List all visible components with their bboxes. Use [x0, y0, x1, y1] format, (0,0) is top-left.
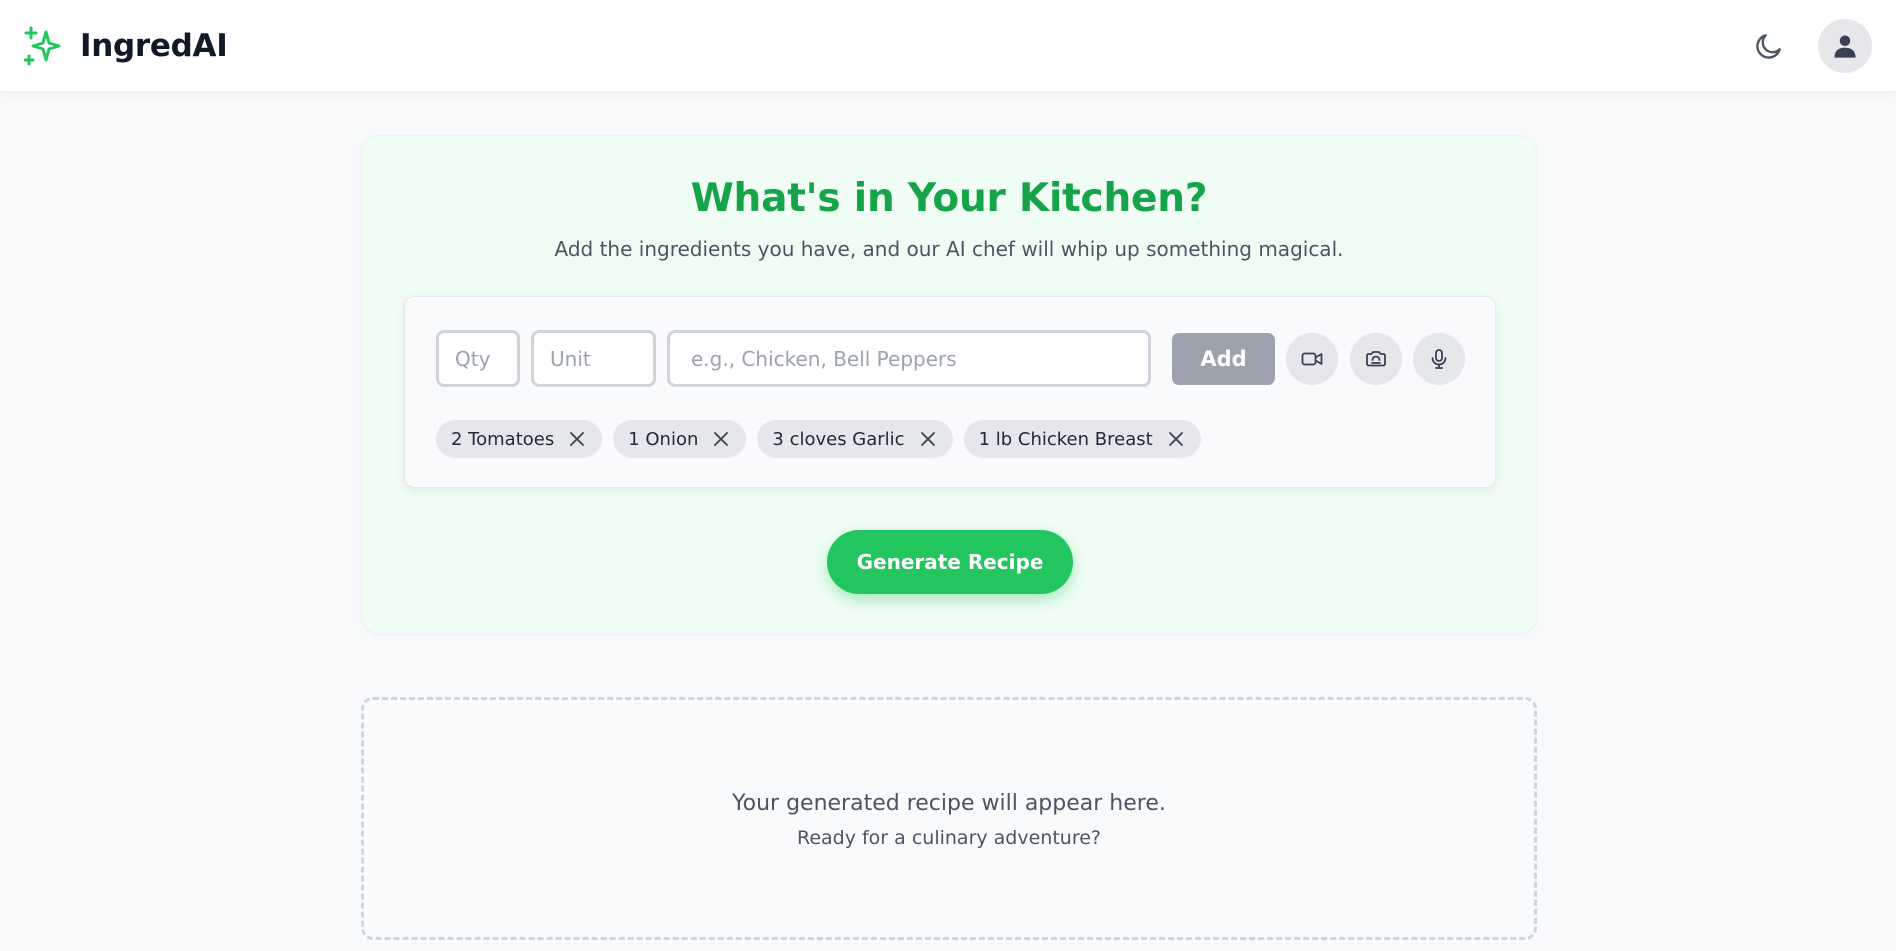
- remove-ingredient-button[interactable]: [712, 430, 730, 448]
- camera-input-button[interactable]: [1350, 333, 1402, 385]
- voice-input-button[interactable]: [1413, 333, 1465, 385]
- recipe-result-placeholder: Your generated recipe will appear here. …: [361, 697, 1537, 940]
- video-icon: [1301, 352, 1323, 366]
- result-placeholder-subtext: Ready for a culinary adventure?: [796, 827, 1102, 849]
- qty-input[interactable]: [436, 330, 520, 387]
- ingredient-chip-label: 1 Onion: [628, 428, 699, 450]
- page-subtitle: Add the ingredients you have, and our AI…: [554, 237, 1344, 261]
- ingredient-chip-label: 3 cloves Garlic: [772, 428, 905, 450]
- close-icon: [920, 432, 935, 446]
- moon-icon: [1756, 33, 1781, 59]
- sparkles-icon: [24, 26, 61, 65]
- remove-ingredient-button[interactable]: [1167, 430, 1185, 448]
- app-name: IngredAI: [80, 27, 228, 64]
- generate-recipe-button[interactable]: Generate Recipe: [827, 530, 1073, 594]
- page-title: What's in Your Kitchen?: [690, 176, 1208, 221]
- brand[interactable]: IngredAI: [24, 26, 228, 66]
- camera-icon: [1366, 351, 1386, 367]
- close-icon: [714, 432, 729, 446]
- profile-button[interactable]: [1818, 18, 1872, 73]
- add-ingredient-button[interactable]: Add: [1172, 333, 1275, 385]
- ingredient-input-panel: Add 2 Tomatoes: [404, 296, 1496, 488]
- ingredient-name-input[interactable]: [667, 330, 1151, 387]
- ingredients-card: What's in Your Kitchen? Add the ingredie…: [361, 135, 1537, 634]
- user-icon: [1834, 35, 1856, 58]
- video-input-button[interactable]: [1286, 333, 1338, 385]
- ingredient-chip: 3 cloves Garlic: [757, 420, 953, 458]
- ingredient-chip: 1 Onion: [613, 420, 747, 458]
- remove-ingredient-button[interactable]: [568, 430, 586, 448]
- close-icon: [570, 432, 585, 446]
- theme-toggle-button[interactable]: [1750, 27, 1788, 65]
- close-icon: [1168, 432, 1183, 446]
- remove-ingredient-button[interactable]: [919, 430, 937, 448]
- ingredient-chip-label: 1 lb Chicken Breast: [978, 428, 1153, 450]
- microphone-icon: [1431, 349, 1447, 369]
- unit-input[interactable]: [531, 330, 656, 387]
- ingredient-chip-label: 2 Tomatoes: [451, 428, 555, 450]
- ingredient-chip: 2 Tomatoes: [436, 420, 603, 458]
- ingredient-chip: 1 lb Chicken Breast: [963, 420, 1201, 458]
- result-placeholder-text: Your generated recipe will appear here.: [732, 791, 1166, 816]
- app-header: IngredAI: [0, 0, 1896, 91]
- ingredient-chip-list: 2 Tomatoes 1 Onion 3 cloves Garlic 1 lb …: [436, 420, 1201, 458]
